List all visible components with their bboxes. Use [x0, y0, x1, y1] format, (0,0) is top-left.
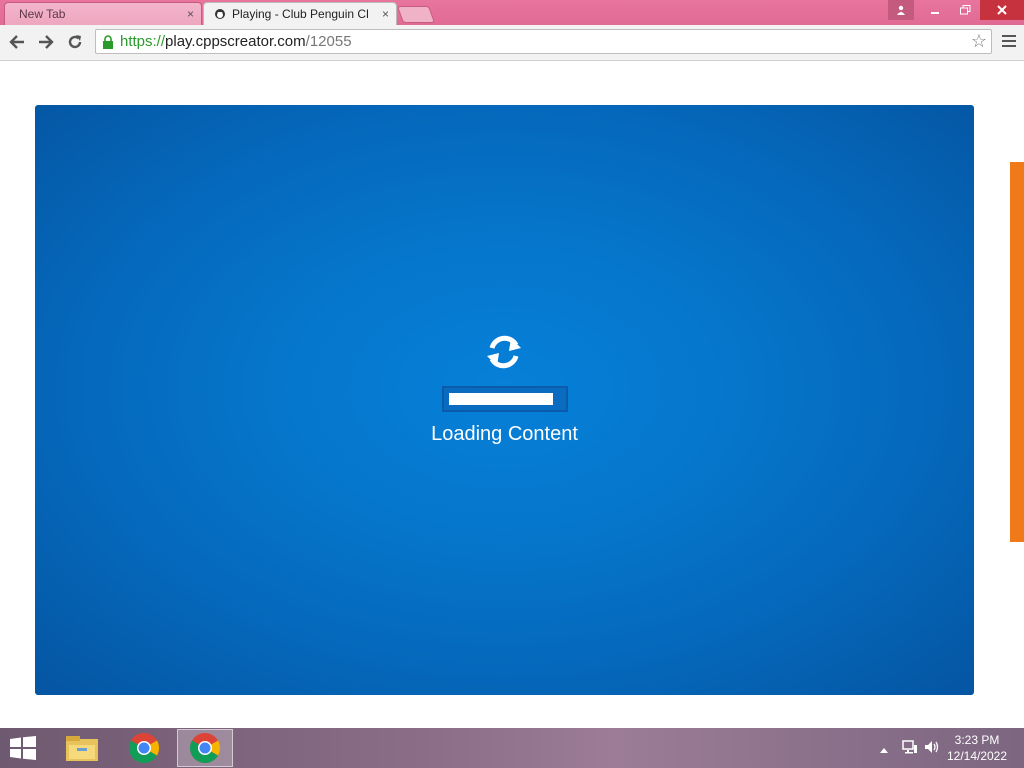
network-icon[interactable] — [902, 740, 918, 757]
system-clock[interactable]: 3:23 PM 12/14/2022 — [942, 732, 1012, 764]
menu-icon[interactable] — [1002, 35, 1016, 50]
penguin-favicon-icon — [215, 9, 225, 19]
address-bar[interactable]: https://play.cppscreator.com/12055 ☆ — [95, 29, 992, 54]
browser-toolbar: https://play.cppscreator.com/12055 ☆ — [0, 25, 1024, 61]
tab-close-icon[interactable]: × — [187, 3, 194, 25]
tab-playing-club-penguin[interactable]: Playing - Club Penguin Cl × — [203, 2, 397, 25]
file-explorer-icon[interactable] — [54, 729, 110, 767]
clock-time: 3:23 PM — [954, 733, 1000, 747]
restore-icon[interactable] — [950, 0, 980, 20]
loading-label: Loading Content — [431, 423, 578, 445]
windows-start-icon[interactable] — [8, 736, 38, 760]
back-icon[interactable] — [6, 31, 28, 53]
clock-date: 12/14/2022 — [946, 749, 1008, 763]
tab-strip: New Tab × Playing - Club Penguin Cl × — [0, 0, 1024, 25]
side-panel-tab[interactable] — [1010, 162, 1024, 542]
user-profile-icon[interactable] — [888, 0, 914, 20]
window-controls — [888, 0, 1024, 20]
game-frame[interactable]: Loading Content — [35, 105, 974, 695]
minimize-icon[interactable] — [920, 0, 950, 20]
refresh-icon — [487, 335, 521, 369]
new-tab-button[interactable] — [396, 6, 436, 23]
chevron-up-icon[interactable] — [880, 742, 888, 756]
loading-progress-bar — [442, 386, 568, 412]
close-window-icon[interactable] — [980, 0, 1024, 20]
star-icon[interactable]: ☆ — [971, 31, 987, 52]
page-content: Loading Content — [0, 61, 1024, 727]
url-text: https://play.cppscreator.com/12055 — [120, 33, 352, 50]
progress-fill — [449, 393, 553, 405]
system-tray: 3:23 PM 12/14/2022 — [864, 728, 1024, 768]
chrome-active-icon[interactable] — [177, 729, 233, 767]
tab-new-tab[interactable]: New Tab × — [4, 2, 202, 25]
tab-label: Playing - Club Penguin Cl — [232, 7, 369, 21]
tab-close-icon[interactable]: × — [382, 3, 389, 25]
windows-taskbar: 3:23 PM 12/14/2022 — [0, 728, 1024, 768]
chrome-icon[interactable] — [116, 729, 172, 767]
forward-icon[interactable] — [35, 31, 57, 53]
lock-icon — [103, 35, 113, 49]
volume-icon[interactable] — [924, 740, 940, 757]
tab-label: New Tab — [19, 7, 66, 21]
reload-icon[interactable] — [64, 31, 86, 53]
